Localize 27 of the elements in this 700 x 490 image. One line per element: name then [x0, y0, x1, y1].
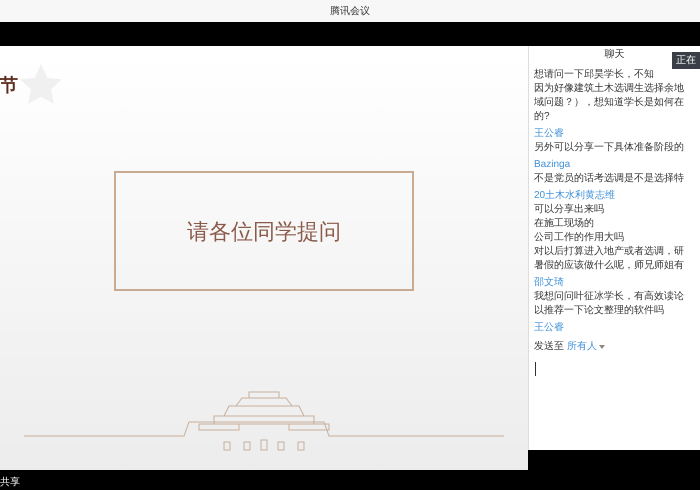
- message-text: 想请问一下邱昊学长，不知: [534, 68, 655, 82]
- sender-name: 王公睿: [534, 321, 565, 335]
- message-text: 不是党员的话考选调是不是选择特: [534, 172, 685, 186]
- sender-name: 邵文琦: [534, 276, 565, 290]
- send-to-label: 发送至: [534, 340, 564, 354]
- recipient-dropdown[interactable]: 所有人: [567, 339, 605, 354]
- chat-title: 聊天: [604, 48, 624, 62]
- message-text: 可以分享出来吗: [534, 203, 605, 217]
- sender-name: Bazinga: [534, 158, 572, 172]
- slide-corner-title: 节: [0, 74, 18, 97]
- message-text: 因为好像建筑土木选调生选择余地: [534, 82, 685, 96]
- message-text: 域问题？），想知道学长是如何在: [534, 96, 685, 110]
- screen-share-label: 共享: [0, 478, 20, 488]
- message-text: 公司工作的作用大吗: [534, 231, 625, 245]
- message-text: 的?: [534, 110, 551, 124]
- message-text: 以推荐一下论文整理的软件吗: [534, 304, 665, 318]
- message-text: 在施工现场的: [534, 217, 595, 231]
- message-text: 我想问问叶征冰学长，有高效读论: [534, 290, 685, 304]
- sender-name: 20土木水利黄志维: [534, 189, 616, 203]
- message-text: 另外可以分享一下具体准备阶段的: [534, 141, 685, 155]
- speaking-badge: 正在: [672, 52, 700, 69]
- message-text: 对以后打算进入地产或者选调，研: [534, 245, 685, 259]
- slide-heading: 请各位同学提问: [187, 218, 341, 246]
- message-text: 暑假的应该做什么呢，师兄师姐有: [534, 259, 685, 273]
- window-title: 腾讯会议: [330, 4, 370, 18]
- caret-icon: [599, 344, 605, 350]
- sender-name: 王公睿: [534, 127, 565, 141]
